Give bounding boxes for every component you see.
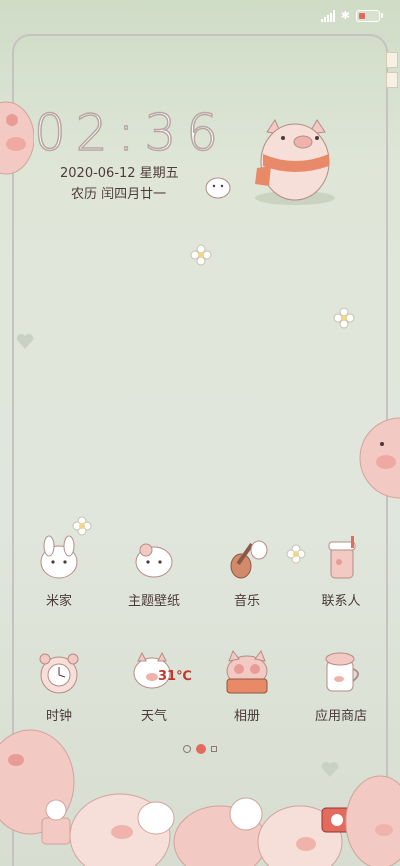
scarf-pig-decoration [255,118,335,205]
app-store-icon [315,647,367,699]
flower-decoration [333,307,355,329]
flower-decoration [190,244,212,266]
app-theme-wallpaper[interactable]: 主题壁纸 [111,532,197,609]
weather-icon: 31℃ [128,647,192,699]
pig-crowd-decoration [0,729,400,866]
lunar-date-text: 农历 闰四月廿一 [71,187,167,202]
gallery-icon [221,647,273,699]
app-label: 联系人 [321,594,361,609]
small-hamster-decoration [205,177,231,199]
pig-peek-right-decoration [359,417,400,499]
mijia-icon [33,532,85,584]
signal-icon [320,9,335,22]
app-music[interactable]: 音乐 [204,532,290,609]
contacts-icon [315,532,367,584]
clock-icon [33,647,85,699]
frame-tab [386,72,398,88]
frame-tab [386,52,398,68]
status-bar: ✱ [0,0,400,32]
weather-temp-badge: 31℃ [158,669,192,684]
app-label: 主题壁纸 [127,594,180,609]
app-label: 米家 [45,594,72,609]
app-label: 音乐 [233,594,260,609]
theme-wallpaper-icon [128,532,180,584]
bluetooth-icon: ✱ [340,9,350,22]
battery-icon [356,9,383,22]
date-text[interactable]: 2020-06-12 星期五 [60,162,179,181]
heart-decoration [16,333,34,349]
music-icon [221,532,273,584]
app-contacts[interactable]: 联系人 [298,532,384,609]
pig-peek-left-decoration [0,101,34,175]
app-mijia[interactable]: 米家 [16,532,102,609]
clock-time[interactable]: 02:36 [33,103,228,163]
